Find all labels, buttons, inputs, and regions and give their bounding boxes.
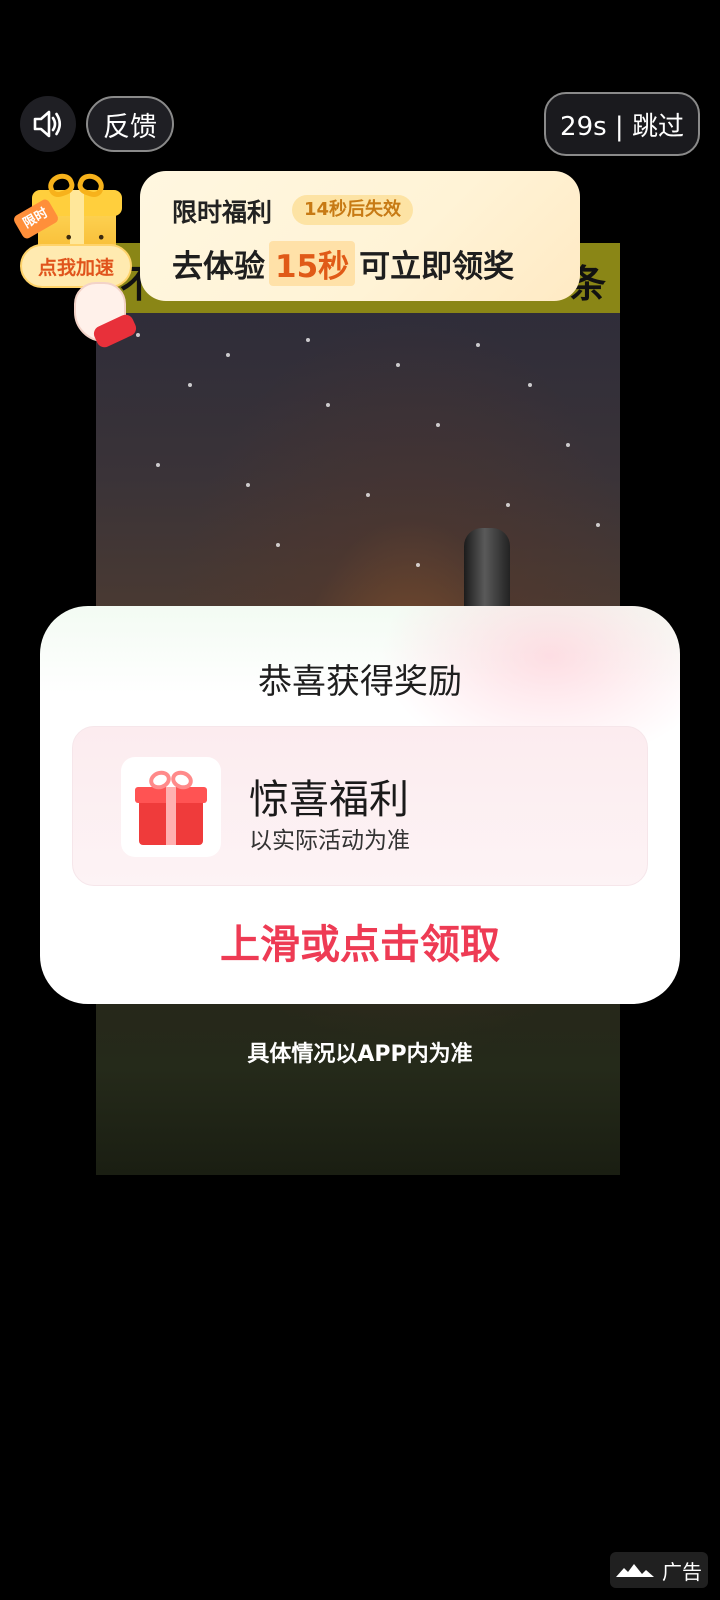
bottle-figure [464,528,510,618]
sparkle [566,443,570,447]
speed-up-gift-widget[interactable]: • ‿ • 限时 点我加速 [12,170,139,350]
feedback-button[interactable]: 反馈 [86,96,174,152]
sparkle [528,383,532,387]
sparkle [366,493,370,497]
sparkle [188,383,192,387]
red-gift-icon [121,757,221,857]
modal-title: 恭喜获得奖励 [258,662,462,702]
benefit-message-prefix: 去体验 [172,249,265,285]
benefit-duration-highlight: 15秒 [269,241,356,286]
reward-description: 以实际活动为准 [249,828,410,854]
sparkle [416,563,420,567]
sparkle [596,523,600,527]
ad-label[interactable]: 广告 [610,1552,708,1588]
mountain-logo-icon [616,1564,654,1577]
sparkle [156,463,160,467]
disclaimer-text: 具体情况以APP内为准 [247,1042,473,1067]
speaker-icon [33,110,62,138]
sparkle [506,503,510,507]
expiry-badge: 14秒后失效 [292,195,414,225]
sound-toggle-button[interactable] [20,96,76,152]
grass-foreground [96,995,620,1175]
gift-ribbon [166,787,176,845]
reward-name: 惊喜福利 [249,777,409,823]
sparkle [246,483,250,487]
limited-benefit-banner[interactable]: 限时福利 14秒后失效 去体验 15秒 可立即领奖 [140,171,580,301]
sparkle [226,353,230,357]
speed-up-button[interactable]: 点我加速 [20,244,132,288]
claim-button[interactable]: 上滑或点击领取 [40,912,680,970]
sparkle [136,333,140,337]
reward-card[interactable]: 惊喜福利 以实际活动为准 [72,726,648,886]
ad-label-text: 广告 [662,1559,702,1584]
sparkle [326,403,330,407]
reward-modal[interactable]: 恭喜获得奖励 惊喜福利 以实际活动为准 上滑或点击领取 [40,606,680,1004]
benefit-message: 去体验 15秒 可立即领奖 [172,241,514,286]
sparkle [436,423,440,427]
benefit-title: 限时福利 [172,198,273,227]
sparkle [276,543,280,547]
sparkle [476,343,480,347]
sparkle [396,363,400,367]
benefit-message-suffix: 可立即领奖 [359,249,515,285]
sparkle [306,338,310,342]
skip-countdown-button[interactable]: 29s | 跳过 [544,92,700,156]
